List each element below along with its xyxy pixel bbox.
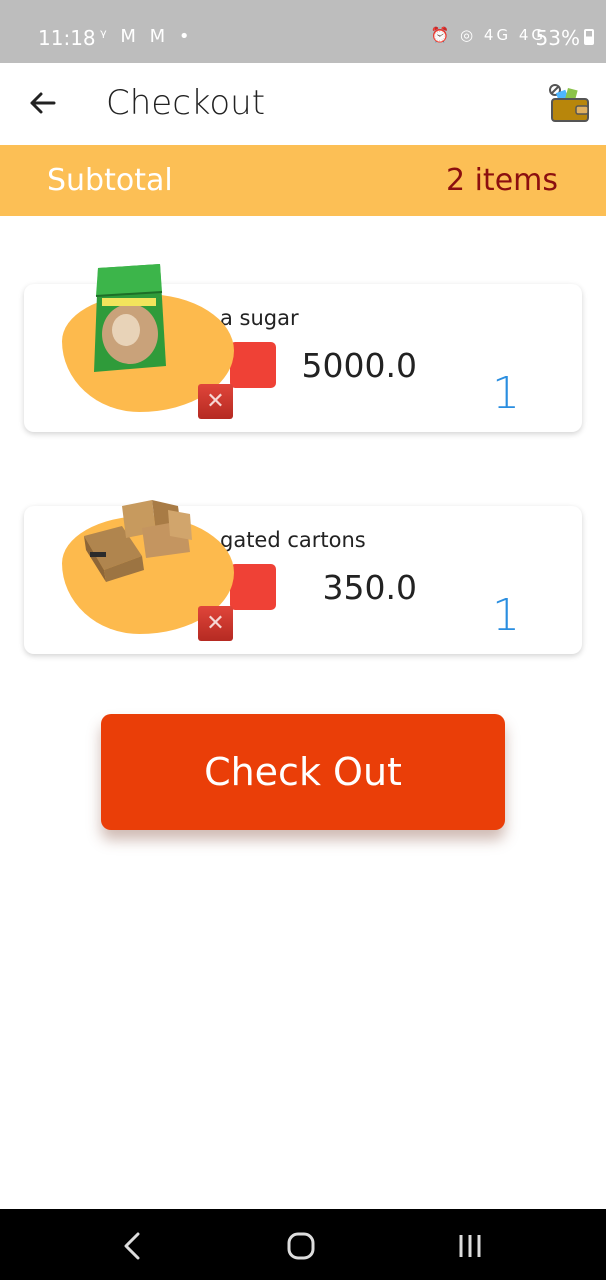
item-price: 5000.0 bbox=[301, 346, 417, 385]
navigation-bar bbox=[0, 1209, 606, 1280]
battery-percent: 53% bbox=[535, 26, 580, 50]
item-price: 350.0 bbox=[322, 568, 417, 607]
color-swatch bbox=[230, 564, 276, 610]
item-quantity: 1 bbox=[492, 590, 520, 641]
arrow-left-icon[interactable] bbox=[24, 83, 64, 123]
delete-icon[interactable]: ✕ bbox=[198, 606, 233, 641]
checkout-button[interactable]: Check Out bbox=[101, 714, 505, 830]
page-title: Checkout bbox=[106, 83, 266, 123]
cart-item[interactable]: gated cartons 350.0 1 ✕ bbox=[24, 500, 582, 654]
recents-nav-icon[interactable] bbox=[450, 1229, 490, 1263]
status-time: 11:18 bbox=[38, 26, 96, 50]
app-bar: Checkout bbox=[0, 63, 606, 145]
wallet-icon[interactable] bbox=[546, 83, 592, 123]
sugar-bag-image bbox=[94, 264, 166, 372]
status-bar: 11:18 ᵞ M M • ⏰ ◎ 4G 4G 53% bbox=[0, 0, 606, 63]
home-nav-icon[interactable] bbox=[281, 1229, 321, 1263]
item-name: a sugar bbox=[220, 306, 299, 330]
back-nav-icon[interactable] bbox=[114, 1229, 154, 1263]
notification-icons: ᵞ M M • bbox=[100, 26, 194, 47]
system-icons: ⏰ ◎ 4G 4G bbox=[430, 26, 546, 44]
subtotal-bar: Subtotal 2 items bbox=[0, 145, 606, 216]
delete-icon[interactable]: ✕ bbox=[198, 384, 233, 419]
item-count: 2 items bbox=[445, 163, 558, 198]
subtotal-label: Subtotal bbox=[47, 163, 173, 198]
cart-item[interactable]: a sugar 5000.0 1 ✕ bbox=[24, 264, 582, 432]
battery-icon bbox=[584, 29, 594, 45]
cartons-image bbox=[84, 500, 192, 582]
item-name: gated cartons bbox=[220, 528, 366, 552]
item-quantity: 1 bbox=[492, 368, 520, 419]
color-swatch bbox=[230, 342, 276, 388]
